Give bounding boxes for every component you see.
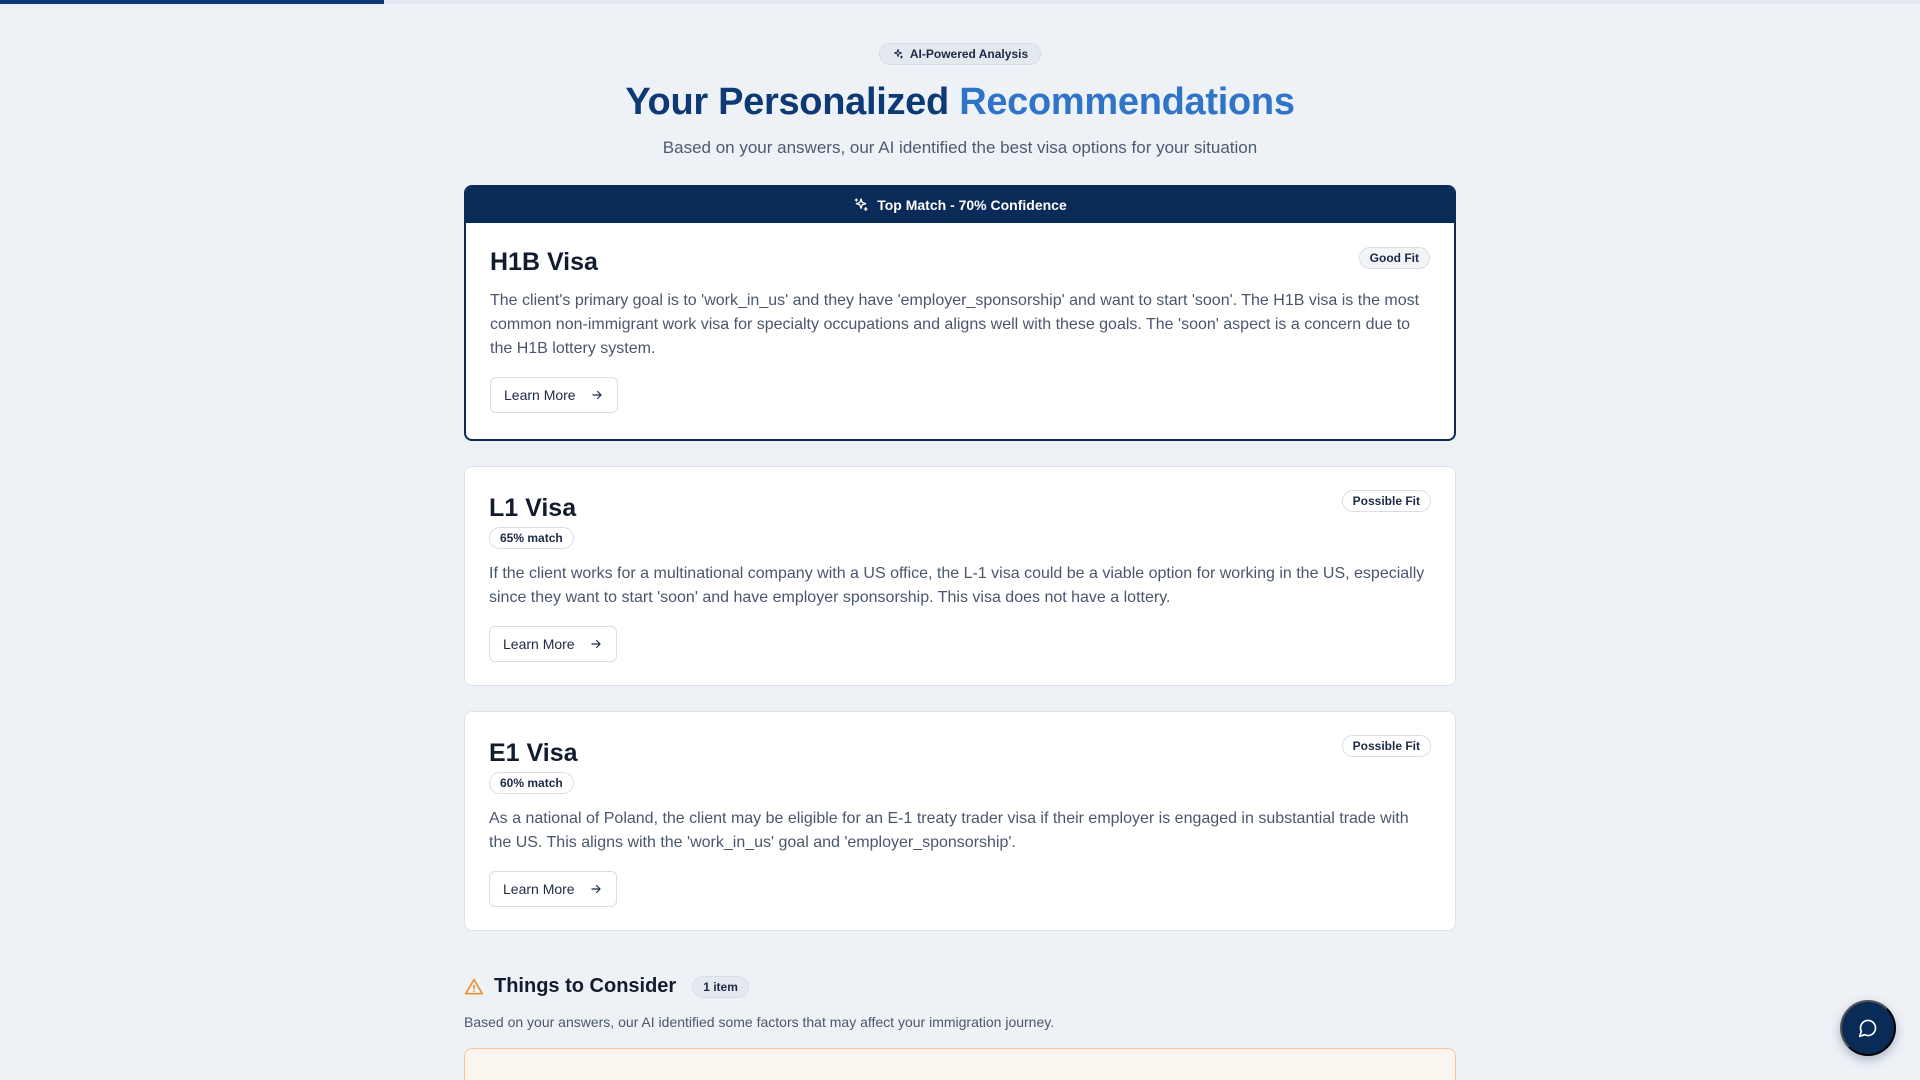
sparkles-icon	[893, 49, 903, 59]
arrow-right-icon	[591, 390, 602, 400]
page-subtitle: Based on your answers, our AI identified…	[662, 138, 1258, 157]
main-content: AI-Powered Analysis Your Personalized Re…	[464, 0, 1456, 1080]
top-match-card: Top Match - 70% Confidence H1B Visa Good…	[464, 185, 1456, 441]
learn-more-button[interactable]: Learn More	[489, 871, 617, 907]
visa-card: L1 Visa Possible Fit 65% match If the cl…	[464, 466, 1456, 686]
visa-title: L1 Visa	[489, 494, 577, 522]
top-match-banner: Top Match - 70% Confidence	[466, 187, 1454, 223]
progress-bar-fill	[0, 0, 384, 4]
things-to-consider-section: Things to Consider 1 item Based on your …	[464, 975, 1456, 1080]
match-badge: 65% match	[489, 527, 574, 549]
visa-description: If the client works for a multinational …	[489, 565, 1425, 606]
fit-badge: Good Fit	[1358, 247, 1430, 269]
visa-title: E1 Visa	[489, 739, 578, 767]
ai-analysis-label: AI-Powered Analysis	[909, 47, 1029, 61]
visa-title: H1B Visa	[490, 248, 598, 276]
visa-description: The client's primary goal is to 'work_in…	[490, 292, 1420, 357]
sparkles-icon	[854, 198, 868, 211]
chat-button[interactable]	[1840, 1000, 1896, 1056]
visa-card: E1 Visa Possible Fit 60% match As a nati…	[464, 711, 1456, 931]
chat-bubble-icon	[1858, 1019, 1877, 1038]
fit-badge: Possible Fit	[1341, 490, 1431, 512]
consideration-item[interactable]	[464, 1048, 1456, 1080]
ai-analysis-badge: AI-Powered Analysis	[878, 43, 1042, 65]
page-title: Your Personalized Recommendations	[625, 81, 1295, 123]
section-title: Things to Consider	[494, 975, 677, 997]
arrow-right-icon	[590, 639, 601, 649]
warning-icon	[464, 978, 484, 994]
learn-more-button[interactable]: Learn More	[490, 377, 618, 413]
fit-badge: Possible Fit	[1341, 735, 1431, 757]
learn-more-button[interactable]: Learn More	[489, 626, 617, 662]
arrow-right-icon	[590, 884, 601, 894]
visa-description: As a national of Poland, the client may …	[489, 810, 1409, 851]
top-match-banner-label: Top Match - 70% Confidence	[877, 197, 1067, 213]
count-badge: 1 item	[692, 975, 749, 998]
match-badge: 60% match	[489, 772, 574, 794]
section-description: Based on your answers, our AI identified…	[464, 1014, 1055, 1030]
